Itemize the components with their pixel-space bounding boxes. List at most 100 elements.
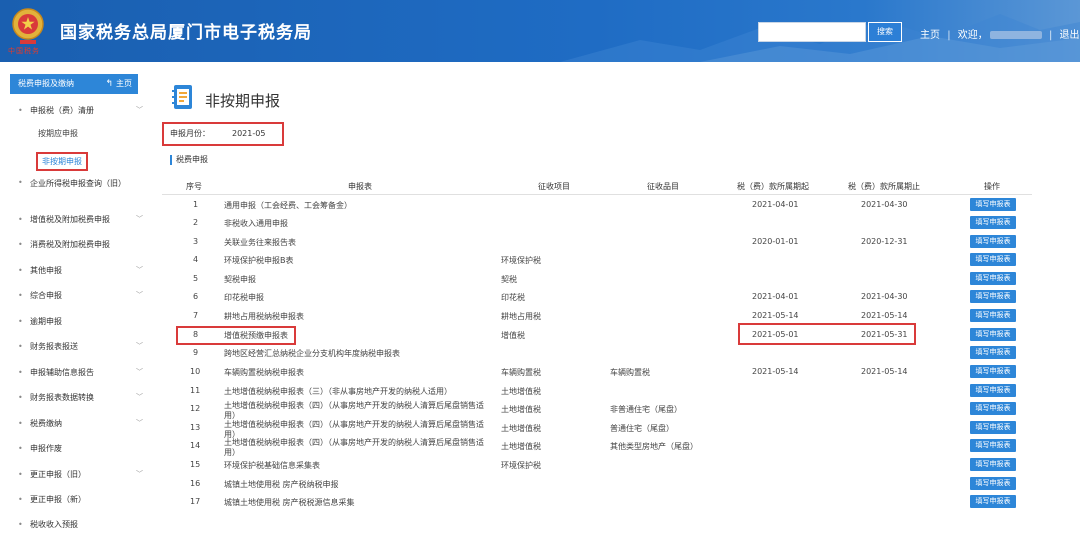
sidebar-header: 税费申报及缴纳 ↰ 主页 — [10, 74, 138, 94]
cell-form-name: 土地增值税纳税申报表（三）（非从事房地产开发的纳税人适用） — [224, 387, 452, 396]
cell-form-name: 环境保护税申报B表 — [224, 256, 294, 265]
sidebar-item[interactable]: • 增值税及附加税费申报 ﹀ — [18, 214, 143, 225]
fill-declaration-button[interactable]: 填写申报表 — [970, 421, 1016, 434]
period-selector[interactable]: 申报月份： 2021-05 — [162, 122, 284, 146]
cell-period-end: 2021-05-14 — [861, 367, 908, 376]
cell-form-name: 城镇土地使用税 房产税税源信息采集 — [224, 498, 355, 507]
bullet-icon: • — [18, 215, 23, 224]
cell-form-name: 土地增值税纳税申报表（四）（从事房地产开发的纳税人清算后尾盘销售适用） — [224, 401, 484, 420]
sidebar-item[interactable]: • 其他申报 ﹀ — [18, 265, 143, 276]
app-window: 中国税务 国家税务总局厦门市电子税务局 搜索 主页 | 欢迎， | 退出 税费申… — [0, 0, 1080, 534]
cell-row-number: 17 — [190, 497, 201, 506]
fill-declaration-button[interactable]: 填写申报表 — [970, 253, 1016, 266]
sidebar-item[interactable]: • 税收收入预报 — [18, 519, 78, 530]
bullet-icon: • — [18, 520, 23, 529]
sidebar-item[interactable]: • 企业所得税申报查询（旧） — [18, 178, 126, 189]
cell-levy-item: 车辆购置税 — [501, 368, 541, 377]
sidebar-item[interactable]: • 申报作废 — [18, 443, 62, 454]
sidebar-item-label: 消费税及附加税费申报 — [30, 240, 110, 249]
sidebar-item[interactable]: • 逾期申报 — [18, 316, 62, 327]
bullet-icon: • — [18, 444, 23, 453]
table-header-divider — [162, 194, 1032, 195]
welcome-text: 欢迎， — [957, 30, 988, 41]
fill-declaration-button[interactable]: 填写申报表 — [970, 198, 1016, 211]
col-header-action: 操作 — [984, 182, 1000, 191]
fill-declaration-button[interactable]: 填写申报表 — [970, 477, 1016, 490]
col-header-end: 税（费）款所属期止 — [848, 182, 920, 191]
sidebar-home-link[interactable]: ↰ 主页 — [105, 74, 132, 94]
period-value[interactable]: 2021-05 — [232, 124, 265, 144]
cell-form-name: 通用申报（工会经费、工会筹备金） — [224, 201, 352, 210]
sidebar-item[interactable]: • 财务报表数据转换 ﹀ — [18, 392, 143, 403]
fill-declaration-button[interactable]: 填写申报表 — [970, 272, 1016, 285]
cell-levy-item: 耕地占用税 — [501, 312, 541, 321]
back-arrow-icon: ↰ — [105, 79, 113, 89]
sidebar-item[interactable]: • 税费缴纳 ﹀ — [18, 418, 143, 429]
chevron-down-icon[interactable]: ﹀ — [136, 341, 143, 351]
form-document-icon — [172, 85, 192, 109]
sidebar-item[interactable]: • 综合申报 ﹀ — [18, 290, 143, 301]
bullet-icon: • — [18, 393, 23, 402]
sidebar-subitem-active[interactable]: 非按期申报 — [36, 152, 88, 171]
sidebar-item-label: 企业所得税申报查询（旧） — [30, 179, 126, 188]
bullet-icon: • — [18, 368, 23, 377]
fill-declaration-button[interactable]: 填写申报表 — [970, 235, 1016, 248]
section-title: 税费申报 — [170, 155, 208, 165]
cell-row-number: 15 — [190, 460, 201, 469]
sidebar-subitem[interactable]: 按期应申报 — [38, 128, 78, 139]
sidebar-item[interactable]: • 财务报表报送 ﹀ — [18, 341, 143, 352]
chevron-down-icon[interactable]: ﹀ — [136, 265, 143, 275]
logout-link[interactable]: 退出 — [1060, 30, 1080, 41]
fill-declaration-button[interactable]: 填写申报表 — [970, 290, 1016, 303]
national-emblem-icon — [12, 8, 44, 44]
sidebar-item[interactable]: • 更正申报（新） — [18, 494, 86, 505]
fill-declaration-button[interactable]: 填写申报表 — [970, 365, 1016, 378]
sidebar-item[interactable]: • 申报辅助信息报告 ﹀ — [18, 367, 143, 378]
bullet-icon: • — [18, 106, 23, 115]
fill-declaration-button[interactable]: 填写申报表 — [970, 402, 1016, 415]
emblem-caption: 中国税务 — [8, 47, 40, 55]
fill-declaration-button[interactable]: 填写申报表 — [970, 458, 1016, 471]
bullet-icon: • — [18, 419, 23, 428]
chevron-down-icon[interactable]: ﹀ — [136, 290, 143, 300]
sidebar-item[interactable]: • 申报税（费）清册 ﹀ — [18, 105, 143, 116]
cell-form-name: 印花税申报 — [224, 293, 264, 302]
sidebar-item[interactable]: • 更正申报（旧） ﹀ — [18, 469, 143, 480]
sidebar-item-label: 增值税及附加税费申报 — [30, 215, 110, 224]
cell-levy-subitem: 车辆购置税 — [610, 368, 650, 377]
cell-row-number: 2 — [193, 218, 199, 227]
fill-declaration-button[interactable]: 填写申报表 — [970, 328, 1016, 341]
chevron-down-icon[interactable]: ﹀ — [136, 469, 143, 479]
col-header-form: 申报表 — [348, 182, 372, 191]
sidebar: 税费申报及缴纳 ↰ 主页 • 申报税（费）清册 ﹀ • 企业所得税申报查询（旧） • 增值税及… — [8, 72, 143, 534]
chevron-down-icon[interactable]: ﹀ — [136, 214, 143, 224]
chevron-down-icon[interactable]: ﹀ — [136, 105, 143, 115]
cell-form-name: 城镇土地使用税 房产税纳税申报 — [224, 480, 339, 489]
search-input[interactable] — [758, 22, 866, 42]
fill-declaration-button[interactable]: 填写申报表 — [970, 216, 1016, 229]
sidebar-item[interactable]: • 消费税及附加税费申报 — [18, 239, 110, 250]
cell-row-number: 9 — [193, 348, 199, 357]
cell-levy-item: 环境保护税 — [501, 461, 541, 470]
sidebar-item-label: 申报辅助信息报告 — [30, 368, 94, 377]
cell-form-name: 关联业务往来报告表 — [224, 238, 296, 247]
fill-declaration-button[interactable]: 填写申报表 — [970, 384, 1016, 397]
cell-form-name: 契税申报 — [224, 275, 256, 284]
fill-declaration-button[interactable]: 填写申报表 — [970, 309, 1016, 322]
cell-period-start: 2021-05-14 — [752, 367, 799, 376]
cell-row-number: 14 — [190, 441, 201, 450]
cell-row-number: 16 — [190, 479, 201, 488]
col-header-subitem: 征收品目 — [647, 182, 679, 191]
bullet-icon: • — [18, 240, 23, 249]
search-button[interactable]: 搜索 — [868, 22, 902, 42]
chevron-down-icon[interactable]: ﹀ — [136, 418, 143, 428]
cell-row-number: 6 — [193, 292, 199, 301]
fill-declaration-button[interactable]: 填写申报表 — [970, 439, 1016, 452]
chevron-down-icon[interactable]: ﹀ — [136, 392, 143, 402]
cell-row-number: 5 — [193, 274, 199, 283]
sidebar-item-label: 财务报表数据转换 — [30, 393, 94, 402]
fill-declaration-button[interactable]: 填写申报表 — [970, 495, 1016, 508]
fill-declaration-button[interactable]: 填写申报表 — [970, 346, 1016, 359]
chevron-down-icon[interactable]: ﹀ — [136, 367, 143, 377]
home-link[interactable]: 主页 — [920, 30, 940, 41]
